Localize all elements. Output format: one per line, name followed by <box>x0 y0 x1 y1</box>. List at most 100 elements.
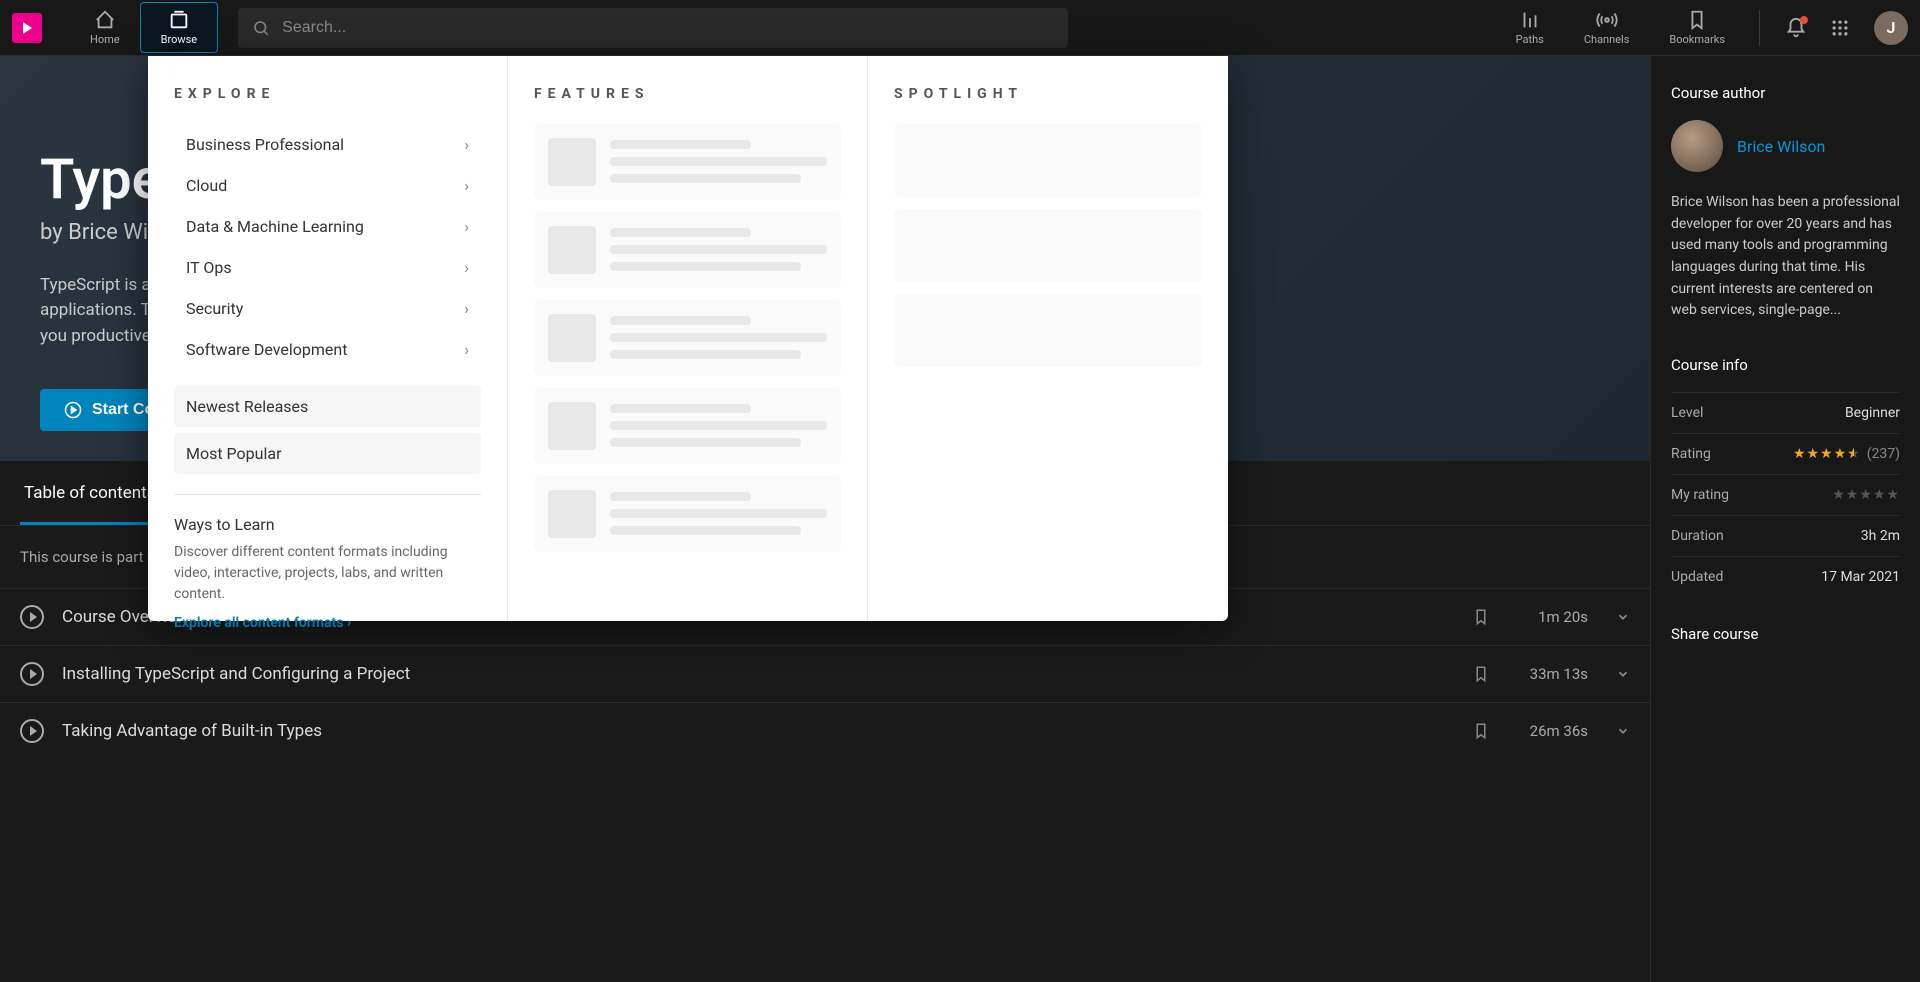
extras-label: Newest Releases <box>186 397 308 416</box>
chevron-down-icon <box>1616 724 1630 738</box>
user-avatar[interactable]: J <box>1874 11 1908 45</box>
nav-browse-label: Browse <box>161 33 198 46</box>
section-play-button[interactable] <box>20 719 44 743</box>
section-bookmark-button[interactable] <box>1472 722 1490 740</box>
bookmarks-icon <box>1686 9 1708 31</box>
section-bookmark-button[interactable] <box>1472 608 1490 626</box>
explore-formats-link[interactable]: Explore all content formats › <box>174 615 481 631</box>
home-icon <box>94 9 116 31</box>
info-row-rating: Rating ★★★★★★ (237) <box>1671 433 1900 474</box>
search-input[interactable] <box>238 8 1068 48</box>
category-label: IT Ops <box>186 258 232 277</box>
section-play-button[interactable] <box>20 662 44 686</box>
nav-bookmarks[interactable]: Bookmarks <box>1653 3 1741 52</box>
level-label: Level <box>1671 405 1703 421</box>
course-sidebar: Course author Brice Wilson Brice Wilson … <box>1650 56 1920 982</box>
category-label: Business Professional <box>186 135 344 154</box>
section-title[interactable]: Installing TypeScript and Configuring a … <box>62 664 1472 684</box>
spotlight-skeleton-card <box>894 209 1202 282</box>
category-label: Software Development <box>186 340 347 359</box>
category-label: Data & Machine Learning <box>186 217 364 236</box>
channels-icon <box>1596 9 1618 31</box>
chevron-down-icon <box>1616 667 1630 681</box>
category-security[interactable]: Security › <box>174 288 481 329</box>
rating-count: (237) <box>1867 446 1900 462</box>
category-business-professional[interactable]: Business Professional › <box>174 124 481 165</box>
apps-grid-icon <box>1830 18 1850 38</box>
spotlight-skeleton-card <box>894 294 1202 367</box>
megamenu-spotlight-column: SPOTLIGHT <box>868 56 1228 621</box>
duration-value: 3h 2m <box>1861 528 1900 544</box>
updated-label: Updated <box>1671 569 1723 585</box>
section-title[interactable]: Taking Advantage of Built-in Types <box>62 721 1472 741</box>
chevron-right-icon: › <box>464 340 469 359</box>
share-heading: Share course <box>1671 625 1900 643</box>
feature-skeleton-card <box>534 124 841 200</box>
chevron-right-icon: › <box>464 135 469 154</box>
category-cloud[interactable]: Cloud › <box>174 165 481 206</box>
category-label: Cloud <box>186 176 227 195</box>
section-duration: 26m 36s <box>1518 722 1588 740</box>
category-software-development[interactable]: Software Development › <box>174 329 481 370</box>
info-row-level: Level Beginner <box>1671 392 1900 433</box>
apps-button[interactable] <box>1822 10 1858 46</box>
features-heading: FEATURES <box>534 86 841 102</box>
nav-channels-label: Channels <box>1584 33 1630 46</box>
notification-dot <box>1800 16 1808 24</box>
nav-channels[interactable]: Channels <box>1568 3 1646 52</box>
chevron-right-icon: › <box>464 176 469 195</box>
bookmark-icon <box>1472 608 1490 626</box>
my-rating-label: My rating <box>1671 487 1729 503</box>
chevron-right-icon: › <box>464 217 469 236</box>
megamenu-explore-column: EXPLORE Business Professional › Cloud › … <box>148 56 508 621</box>
info-row-duration: Duration 3h 2m <box>1671 515 1900 556</box>
section-expand-button[interactable] <box>1616 724 1630 738</box>
most-popular-link[interactable]: Most Popular <box>174 433 481 474</box>
tab-table-of-contents[interactable]: Table of contents <box>20 461 159 525</box>
feature-skeleton-card <box>534 388 841 464</box>
author-row: Brice Wilson <box>1671 120 1900 172</box>
rating-stars: ★★★★★★ <box>1793 446 1861 462</box>
nav-paths[interactable]: Paths <box>1500 3 1560 52</box>
spotlight-heading: SPOTLIGHT <box>894 86 1202 102</box>
category-data-ml[interactable]: Data & Machine Learning › <box>174 206 481 247</box>
nav-home[interactable]: Home <box>70 3 140 52</box>
play-circle-icon <box>64 401 82 419</box>
paths-icon <box>1519 9 1541 31</box>
author-avatar[interactable] <box>1671 120 1723 172</box>
nav-home-label: Home <box>90 33 120 46</box>
nav-bookmarks-label: Bookmarks <box>1669 33 1725 46</box>
my-rating-stars[interactable]: ★★★★★ <box>1832 487 1900 503</box>
section-expand-button[interactable] <box>1616 667 1630 681</box>
spotlight-skeleton-card <box>894 124 1202 197</box>
nav-paths-label: Paths <box>1516 33 1544 46</box>
category-it-ops[interactable]: IT Ops › <box>174 247 481 288</box>
notifications-button[interactable] <box>1778 10 1814 46</box>
section-play-button[interactable] <box>20 605 44 629</box>
newest-releases-link[interactable]: Newest Releases <box>174 386 481 427</box>
browse-megamenu: EXPLORE Business Professional › Cloud › … <box>148 56 1228 621</box>
section-expand-button[interactable] <box>1616 610 1630 624</box>
updated-value: 17 Mar 2021 <box>1821 569 1900 585</box>
extras-group: Newest Releases Most Popular <box>174 386 481 474</box>
search-icon <box>252 19 270 37</box>
author-name-link[interactable]: Brice Wilson <box>1737 137 1825 156</box>
feature-skeleton-card <box>534 476 841 552</box>
duration-label: Duration <box>1671 528 1724 544</box>
feature-skeleton-card <box>534 300 841 376</box>
browse-icon <box>168 9 190 31</box>
feature-skeleton-card <box>534 212 841 288</box>
course-info-heading: Course info <box>1671 356 1900 374</box>
info-row-my-rating: My rating ★★★★★ <box>1671 474 1900 515</box>
search-container <box>238 8 1068 48</box>
extras-label: Most Popular <box>186 444 282 463</box>
chevron-right-icon: › <box>464 258 469 277</box>
section-duration: 33m 13s <box>1518 665 1588 683</box>
brand-logo[interactable] <box>12 13 42 43</box>
course-section-row: Taking Advantage of Built-in Types 26m 3… <box>0 702 1650 759</box>
top-navigation: Home Browse Paths Channels Bookmarks <box>0 0 1920 56</box>
nav-browse[interactable]: Browse <box>140 2 219 53</box>
ways-title: Ways to Learn <box>174 515 481 534</box>
section-bookmark-button[interactable] <box>1472 665 1490 683</box>
course-section-row: Installing TypeScript and Configuring a … <box>0 645 1650 702</box>
